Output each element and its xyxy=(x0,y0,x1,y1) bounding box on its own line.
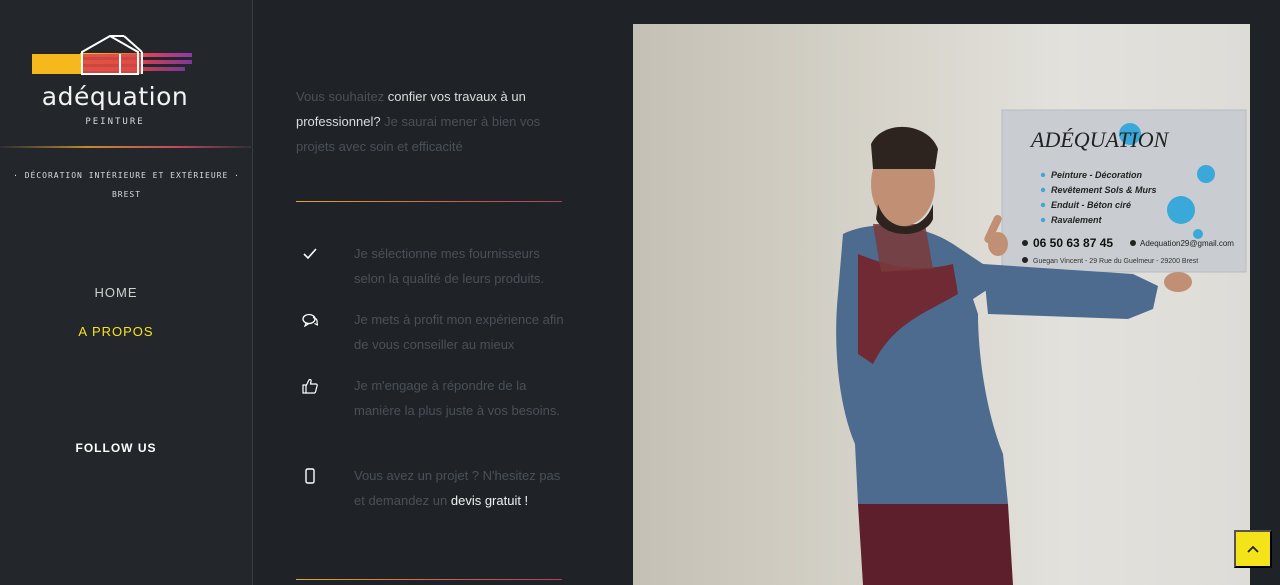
feature-text: Vous avez un projet ? N'hesitez pas et d… xyxy=(354,464,566,513)
chat-bubbles-icon xyxy=(296,308,324,332)
scroll-to-top-button[interactable] xyxy=(1234,530,1272,568)
tagline-services: · DÉCORATION INTÉRIEURE ET EXTÉRIEURE · xyxy=(13,171,240,180)
thumbs-up-icon xyxy=(296,374,324,398)
sidebar: adéquation PEINTURE · DÉCORATION INTÉRIE… xyxy=(0,0,253,585)
feature-text: Je sélectionne mes fournisseurs selon la… xyxy=(354,246,545,286)
sign-service: Ravalement xyxy=(1051,215,1103,225)
house-logo-icon xyxy=(32,34,192,75)
mobile-phone-icon xyxy=(296,464,324,488)
owner-photo: ADÉQUATION Peinture - Décoration Revêtem… xyxy=(633,24,1250,585)
feature-text: Je mets à profit mon expérience afin de … xyxy=(354,312,564,352)
sign-service: Revêtement Sols & Murs xyxy=(1051,185,1157,195)
sign-service: Enduit - Béton ciré xyxy=(1051,200,1131,210)
brand-name: adéquation xyxy=(41,82,189,111)
sign-title: ADÉQUATION xyxy=(1029,127,1170,152)
tagline: · DÉCORATION INTÉRIEURE ET EXTÉRIEURE · … xyxy=(0,166,253,204)
photo-illustration: ADÉQUATION Peinture - Décoration Revêtem… xyxy=(836,109,1247,585)
section-divider-top xyxy=(296,201,562,202)
intro-text-start: Vous souhaitez xyxy=(296,89,388,104)
section-divider-bottom xyxy=(296,579,562,580)
nav-home-link[interactable]: HOME xyxy=(0,285,232,300)
brand-logo[interactable]: adéquation PEINTURE xyxy=(30,32,200,132)
feature-text: Je m'engage à répondre de la manière la … xyxy=(354,378,560,418)
nav-about-link[interactable]: A PROPOS xyxy=(0,324,232,339)
brand-subtitle: PEINTURE xyxy=(85,117,145,127)
follow-us-label: FOLLOW US xyxy=(75,441,157,455)
free-quote-highlight: devis gratuit ! xyxy=(450,492,529,508)
tagline-city: BREST xyxy=(111,190,142,199)
sign-address: Guegan Vincent - 29 Rue du Guelmeur - 29… xyxy=(1033,258,1198,265)
sidebar-divider xyxy=(0,146,253,148)
checkmark-icon xyxy=(296,242,324,266)
chevron-up-icon xyxy=(1247,545,1259,553)
sign-service: Peinture - Décoration xyxy=(1051,170,1143,180)
intro-paragraph: Vous souhaitez confier vos travaux à un … xyxy=(296,84,566,159)
sign-phone: 06 50 63 87 45 xyxy=(1033,236,1113,250)
sign-email: Adequation29@gmail.com xyxy=(1140,239,1234,248)
